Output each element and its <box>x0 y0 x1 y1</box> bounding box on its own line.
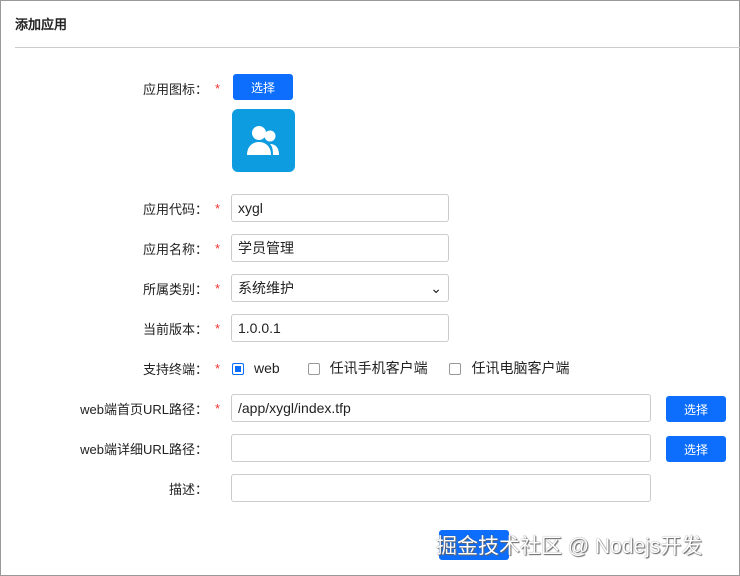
terminal-web-checkbox[interactable]: web <box>232 360 280 376</box>
app-name-input[interactable] <box>231 234 449 262</box>
required-mark: * <box>215 280 221 296</box>
code-label: 应用代码： <box>142 201 208 217</box>
choose-home-url-button[interactable]: 选择 <box>666 396 726 422</box>
checkbox-label: 任讯电脑客户端 <box>471 360 570 376</box>
required-mark: * <box>215 200 221 216</box>
category-value: 系统维护 <box>238 280 294 296</box>
choose-icon-button[interactable]: 选择 <box>233 74 293 100</box>
users-icon <box>247 126 279 155</box>
web-home-label: web端首页URL路径： <box>80 401 208 417</box>
web-home-url-input[interactable] <box>231 394 651 422</box>
web-detail-label: web端详细URL路径： <box>80 441 208 457</box>
required-mark: * <box>215 360 221 376</box>
version-label: 当前版本： <box>142 321 208 337</box>
chevron-down-icon: ⌄ <box>430 279 442 296</box>
checkbox-label: web <box>254 360 280 376</box>
version-input[interactable] <box>231 314 449 342</box>
desc-label: 描述： <box>168 481 208 497</box>
terminal-mobile-checkbox[interactable]: 任讯手机客户端 <box>307 360 428 376</box>
watermark: 掘金技术社区 @ Nodejs开发 <box>436 535 703 558</box>
description-input[interactable] <box>231 474 651 502</box>
category-label: 所属类别： <box>142 281 208 297</box>
checkbox-label: 任讯手机客户端 <box>329 360 428 376</box>
app-icon-preview <box>232 109 295 172</box>
choose-detail-url-button[interactable]: 选择 <box>666 436 726 462</box>
required-mark: * <box>215 240 221 256</box>
web-detail-url-input[interactable] <box>231 434 651 462</box>
icon-label: 应用图标： <box>142 81 208 97</box>
category-select[interactable]: 系统维护 ⌄ <box>231 274 449 302</box>
divider <box>15 47 740 48</box>
terminal-pc-checkbox[interactable]: 任讯电脑客户端 <box>449 360 569 376</box>
required-mark: * <box>215 320 221 336</box>
page-title: 添加应用 <box>15 17 68 32</box>
required-mark: * <box>215 80 221 96</box>
name-label: 应用名称： <box>142 241 208 257</box>
required-mark: * <box>215 400 221 416</box>
app-code-input[interactable] <box>231 194 449 222</box>
terminals-label: 支持终端： <box>142 361 208 377</box>
